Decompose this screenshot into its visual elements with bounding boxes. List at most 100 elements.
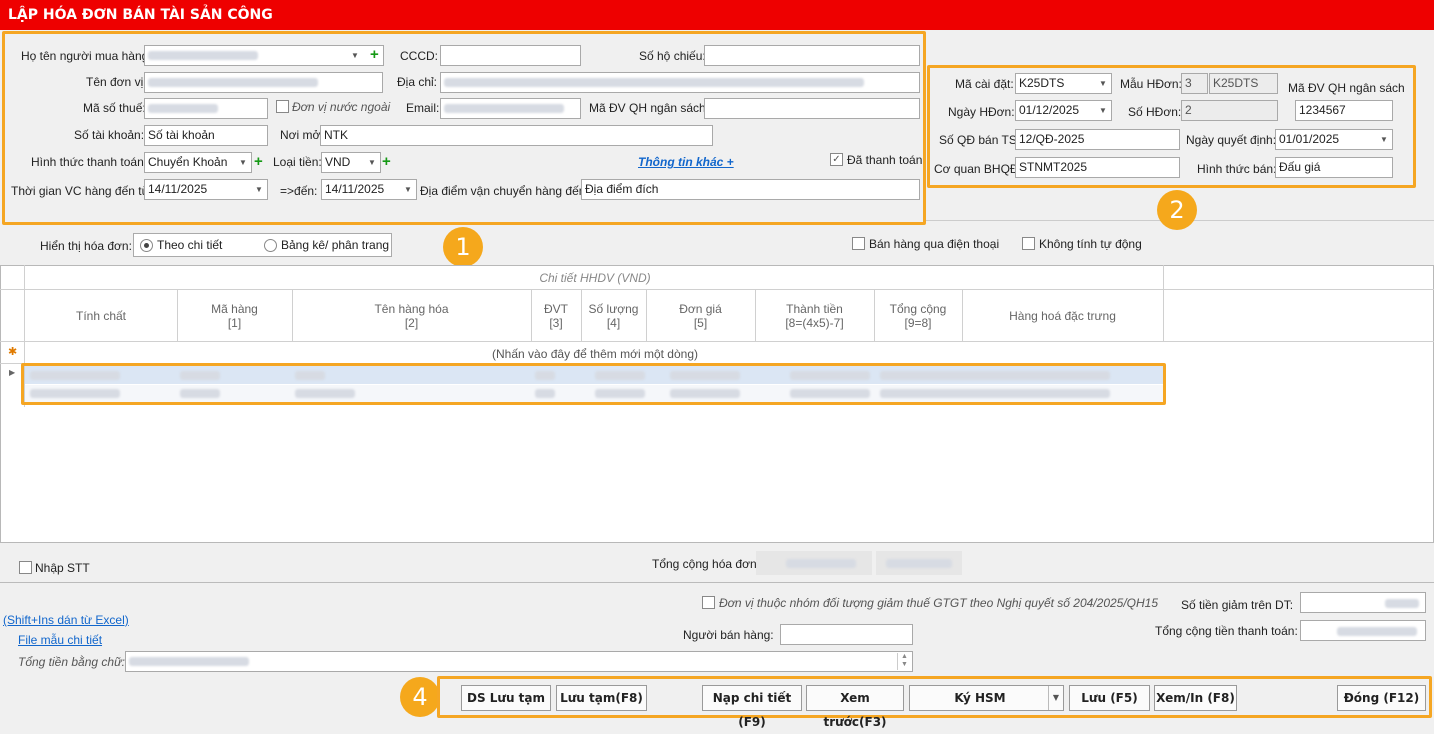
other-info-link[interactable]: Thông tin khác + xyxy=(638,155,734,169)
col-header-text: Đơn giá xyxy=(679,302,722,316)
col-header-tinh-chat[interactable]: Tính chất xyxy=(25,309,177,323)
invoice-budget-code-label: Mã ĐV QH ngân sách xyxy=(1288,81,1405,95)
currency-select[interactable]: VND ▼ xyxy=(321,152,381,173)
sample-file-link[interactable]: File mẫu chi tiết xyxy=(18,633,102,647)
col-header-thanh-tien[interactable]: Thành tiền [8=(4x5)-7] xyxy=(755,302,874,330)
ship-to-date[interactable]: 14/11/2025 ▼ xyxy=(321,179,417,200)
unit-name-field[interactable] xyxy=(144,72,383,93)
ship-from-date[interactable]: 14/11/2025 ▼ xyxy=(144,179,268,200)
invoice-date-select[interactable]: 01/12/2025 ▼ xyxy=(1015,100,1112,121)
email-field[interactable] xyxy=(440,98,581,119)
email-label: Email: xyxy=(406,101,440,115)
current-row-arrow-icon: ▶ xyxy=(9,368,16,377)
badge-2: 2 xyxy=(1157,190,1197,230)
account-field[interactable]: Số tài khoản xyxy=(144,125,268,146)
tax-code-field[interactable] xyxy=(144,98,268,119)
bank-field[interactable]: NTK xyxy=(320,125,713,146)
window-title: LẬP HÓA ĐƠN BÁN TÀI SẢN CÔNG xyxy=(0,0,1434,30)
currency-value: VND xyxy=(325,155,351,169)
col-header-so-luong[interactable]: Số lượng [4] xyxy=(581,302,646,330)
paid-checkbox[interactable]: ✓ xyxy=(830,153,843,166)
invoice-date-label: Ngày HĐơn: xyxy=(948,105,1015,119)
invoice-number-field: 2 xyxy=(1181,100,1278,121)
save-draft-button[interactable]: Lưu tạm(F8) xyxy=(556,685,647,711)
display-list-radio[interactable] xyxy=(264,239,277,252)
col-header-ten-hang[interactable]: Tên hàng hóa [2] xyxy=(292,302,531,330)
col-header-dvt[interactable]: ĐVT [3] xyxy=(531,302,581,330)
col-header-ma-hang[interactable]: Mã hàng [1] xyxy=(177,302,292,330)
reduction-field[interactable] xyxy=(1300,592,1426,613)
ship-from-value: 14/11/2025 xyxy=(148,182,208,196)
display-label: Hiển thị hóa đơn: xyxy=(40,239,132,253)
buyer-name-label: Họ tên người mua hàng: xyxy=(21,49,152,63)
decision-date-select[interactable]: 01/01/2025 ▼ xyxy=(1275,129,1393,150)
col-header-text: Tính chất xyxy=(75,309,127,323)
destination-label: Địa điểm vận chuyển hàng đến: xyxy=(420,184,589,198)
col-header-text: Hàng hoá đặc trưng xyxy=(1009,309,1116,323)
cccd-field[interactable] xyxy=(440,45,581,66)
col-header-don-gia[interactable]: Đơn giá [5] xyxy=(646,302,755,330)
view-print-button[interactable]: Xem/In (F8) xyxy=(1154,685,1237,711)
phone-sale-label: Bán hàng qua điện thoại xyxy=(869,237,1000,251)
chevron-down-icon[interactable]: ▼ xyxy=(1095,101,1111,120)
chevron-down-icon[interactable]: ▼ xyxy=(1095,74,1111,93)
tax-reduction-note: Đơn vị thuộc nhóm đối tượng giảm thuế GT… xyxy=(719,596,1159,610)
col-header-tong-cong[interactable]: Tổng cộng [9=8] xyxy=(874,302,962,330)
currency-label: Loại tiền: xyxy=(273,155,322,169)
chevron-down-icon[interactable]: ▼ xyxy=(1048,686,1063,710)
col-header-index: [9=8] xyxy=(904,316,932,330)
close-button[interactable]: Đóng (F12) xyxy=(1337,685,1426,711)
no-auto-label: Không tính tự động xyxy=(1039,237,1142,251)
seller-field[interactable] xyxy=(780,624,913,645)
add-payment-icon[interactable]: + xyxy=(254,152,263,171)
add-buyer-icon[interactable]: + xyxy=(370,45,379,64)
paid-label: Đã thanh toán xyxy=(847,153,923,167)
buyer-name-field[interactable]: ▼ xyxy=(144,45,384,66)
decision-no-field[interactable]: 12/QĐ-2025 xyxy=(1015,129,1180,150)
col-header-text: Tổng cộng xyxy=(889,302,947,316)
agency-label: Cơ quan BHQĐ: xyxy=(934,162,1022,176)
address-label: Địa chỉ: xyxy=(397,75,438,89)
chevron-down-icon[interactable]: ▼ xyxy=(347,46,363,65)
new-row-hint[interactable]: (Nhấn vào đây để thêm mới một dòng) xyxy=(25,347,1165,361)
col-header-index: [3] xyxy=(549,316,563,330)
phone-sale-checkbox[interactable] xyxy=(852,237,865,250)
add-currency-icon[interactable]: + xyxy=(382,152,391,171)
foreign-unit-checkbox[interactable] xyxy=(276,100,289,113)
excel-paste-link[interactable]: (Shift+Ins dán từ Excel) xyxy=(3,613,129,627)
sign-hsm-button[interactable]: Ký HSM ▼ xyxy=(909,685,1064,711)
agency-field[interactable]: STNMT2025 xyxy=(1015,157,1180,178)
col-header-hang-dac-trung[interactable]: Hàng hoá đặc trưng xyxy=(962,309,1163,323)
passport-label: Số hộ chiếu: xyxy=(639,49,706,63)
foreign-unit-label: Đơn vị nước ngoài xyxy=(292,100,391,114)
sale-method-field[interactable]: Đấu giá xyxy=(1275,157,1393,178)
col-header-index: [1] xyxy=(227,316,242,330)
destination-field[interactable]: Địa điểm đích xyxy=(581,179,920,200)
save-button[interactable]: Lưu (F5) xyxy=(1069,685,1150,711)
enter-stt-checkbox[interactable] xyxy=(19,561,32,574)
payment-method-select[interactable]: Chuyển Khoản ▼ xyxy=(144,152,252,173)
setting-code-select[interactable]: K25DTS ▼ xyxy=(1015,73,1112,94)
draft-list-button[interactable]: DS Lưu tạm xyxy=(461,685,551,711)
load-detail-button[interactable]: Nạp chi tiết (F9) xyxy=(702,685,802,729)
col-header-index: [4] xyxy=(606,316,621,330)
setting-code-label: Mã cài đặt: xyxy=(955,77,1014,91)
template-number-field: 3 xyxy=(1181,73,1208,94)
display-detail-radio[interactable] xyxy=(140,239,153,252)
address-field[interactable] xyxy=(440,72,920,93)
tax-reduction-checkbox[interactable] xyxy=(702,596,715,609)
payment-method-label: Hình thức thanh toán: xyxy=(31,155,148,169)
scroll-spinner-icon[interactable]: ▲ ▼ xyxy=(897,653,911,670)
buyer-budget-code-field[interactable] xyxy=(704,98,920,119)
grid-group-header: Chi tiết HHDV (VND) xyxy=(539,271,651,285)
chevron-down-icon[interactable]: ▼ xyxy=(400,180,416,199)
amount-words-label: Tổng tiền bằng chữ: xyxy=(18,655,126,669)
no-auto-checkbox[interactable] xyxy=(1022,237,1035,250)
preview-button[interactable]: Xem trước(F3) xyxy=(806,685,904,729)
passport-field[interactable] xyxy=(704,45,920,66)
chevron-down-icon[interactable]: ▼ xyxy=(235,153,251,172)
chevron-down-icon[interactable]: ▼ xyxy=(364,153,380,172)
chevron-down-icon[interactable]: ▼ xyxy=(1376,130,1392,149)
chevron-down-icon[interactable]: ▼ xyxy=(251,180,267,199)
invoice-budget-code-field[interactable]: 1234567 xyxy=(1295,100,1393,121)
